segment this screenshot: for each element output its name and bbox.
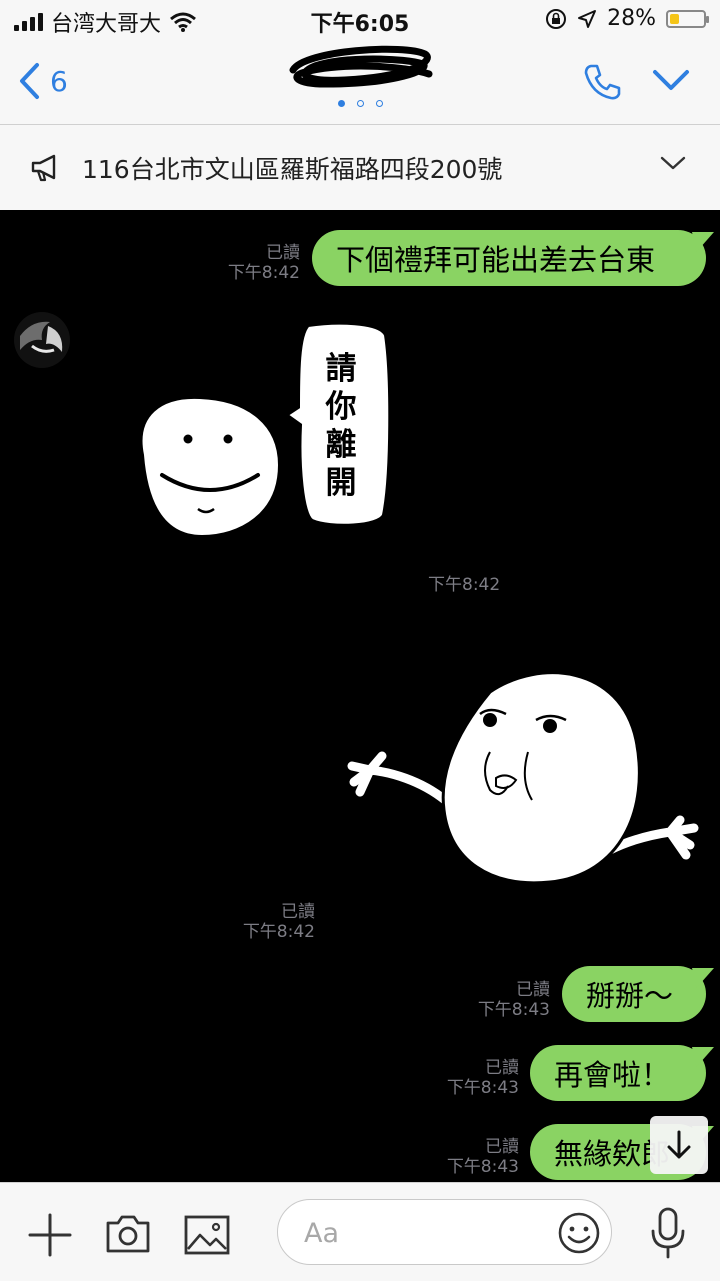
battery-icon [666,9,709,28]
announcement-bar[interactable]: 116台北市文山區羅斯福路四段200號 [0,125,720,211]
message-time: 下午8:43 [446,1157,519,1177]
message-meta: 已讀 下午8:42 [228,243,300,283]
message-text: 掰掰～ [586,979,674,1013]
chevron-down-icon[interactable] [660,155,686,171]
message-meta: 已讀 下午8:43 [447,1137,519,1177]
message-time: 下午8:42 [428,575,501,595]
back-button[interactable]: 6 [18,62,68,100]
shrugging-blob-sticker[interactable] [340,660,710,910]
message-time: 下午8:42 [242,922,315,942]
contact-avatar[interactable] [12,310,72,370]
announcement-text: 116台北市文山區羅斯福路四段200號 [82,154,503,184]
emoji-icon[interactable] [557,1211,601,1255]
chevron-down-icon[interactable] [652,68,690,92]
camera-icon[interactable] [104,1213,152,1255]
message-input-bar [0,1182,720,1281]
message-input-wrapper [277,1199,612,1265]
sticker-caption: 請 你 離 開 [325,351,357,501]
microphone-icon[interactable] [650,1207,686,1259]
message-meta: 已讀 下午8:43 [447,1058,519,1098]
page-dot [375,100,383,107]
megaphone-icon [31,154,56,181]
message-time: 下午8:43 [446,1078,519,1098]
message-time: 下午8:42 [227,263,300,283]
page-dot [337,100,345,107]
location-icon [578,9,597,28]
battery-percent: 28% [607,6,656,31]
chat-header: 6 [0,40,720,125]
orientation-lock-icon [546,8,567,29]
message-text: 再會啦！ [554,1058,671,1092]
arrow-down-icon [667,1130,691,1159]
read-receipt: 已讀 [485,1058,519,1078]
read-receipt: 已讀 [281,902,315,922]
phone-icon[interactable] [582,62,622,102]
message-input[interactable] [302,1214,546,1252]
redacted-contact-name [289,45,433,88]
plus-icon[interactable] [28,1213,72,1257]
image-icon[interactable] [184,1215,230,1255]
status-bar: 台湾大哥大 下午6:05 28% [0,0,720,40]
message-bubble[interactable]: 下個禮拜可能出差去台東 [312,230,706,286]
message-text: 下個禮拜可能出差去台東 [336,243,656,277]
message-time: 下午8:43 [477,1000,550,1020]
read-receipt: 已讀 [485,1137,519,1157]
scroll-to-bottom-button[interactable] [650,1116,708,1174]
message-meta: 已讀 下午8:43 [478,980,550,1020]
message-meta: 已讀 下午8:42 [243,902,315,942]
chevron-left-icon [20,63,39,99]
read-receipt: 已讀 [516,980,550,1000]
unread-count: 6 [50,64,68,98]
read-receipt: 已讀 [266,243,300,263]
message-bubble[interactable]: 再會啦！ [530,1045,706,1101]
chat-area[interactable]: 已讀 下午8:42 下個禮拜可能出差去台東 請 你 離 開 下午8:42 已讀 … [0,210,720,1182]
page-dot [356,100,364,107]
message-bubble[interactable]: 掰掰～ [562,966,706,1022]
